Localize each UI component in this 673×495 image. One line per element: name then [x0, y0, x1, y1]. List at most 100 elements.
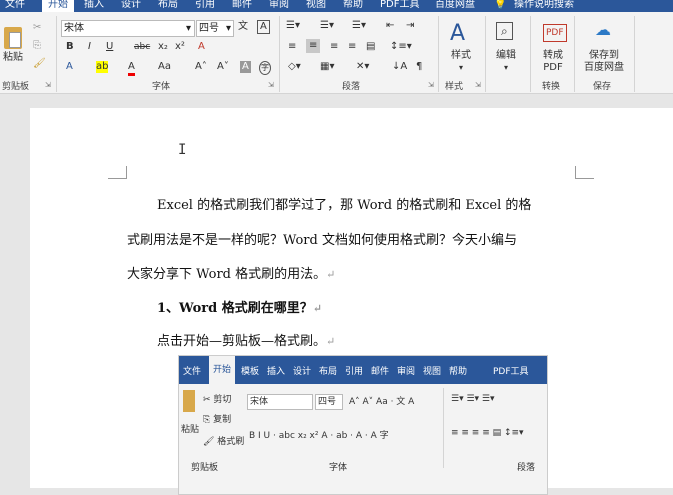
numbering-icon[interactable]: ☰▾ [320, 20, 334, 32]
ribbon-home: 粘贴 ✂ ⎘ 🖌 剪贴板 ⇲ 宋体 ▾ 四号 ▾ 文 A B I U abc x₂ … [0, 12, 673, 94]
divider [574, 16, 575, 92]
bullets-icon[interactable]: ☰▾ [286, 20, 300, 32]
line-text: Excel 的格式刷我们都学过了，那 Word 的格式刷和 Excel 的格 [157, 198, 532, 213]
group-label-paragraph: 段落 [342, 82, 361, 92]
embedded-tab: 引用 [345, 367, 364, 377]
text-cursor-icon: I [178, 142, 187, 158]
paragraph-line[interactable]: 式刷用法是不是一样的呢？Word 文档如何使用格式刷？今天小编与 [127, 229, 517, 248]
tab-view[interactable]: 视图 [306, 0, 326, 12]
align-center-icon[interactable]: ≡ [306, 39, 321, 53]
embedded-ribbon-screenshot[interactable]: 文件 开始 模板 插入 设计 布局 引用 邮件 审阅 视图 帮助 PDF工具 粘… [178, 355, 548, 495]
paragraph-line[interactable]: Excel 的格式刷我们都学过了，那 Word 的格式刷和 Excel 的格 [157, 194, 531, 213]
superscript-button[interactable]: x² [175, 41, 185, 53]
tab-references[interactable]: 引用 [195, 0, 215, 12]
group-label-font: 字体 [152, 82, 171, 92]
embedded-font-name-value: 宋体 [250, 397, 269, 407]
multilevel-list-icon[interactable]: ☰▾ [352, 20, 366, 32]
asian-layout-icon[interactable]: ✕▾ [356, 61, 369, 73]
font-launcher-icon[interactable]: ⇲ [268, 81, 274, 89]
shrink-font-icon[interactable]: A˅ [217, 61, 229, 73]
tell-me-search[interactable]: 操作说明搜索 [514, 0, 574, 12]
paragraph-line[interactable]: 大家分享下 Word 格式刷的用法。↵ [127, 263, 335, 282]
paragraph-line[interactable]: 点击开始—剪贴板—格式刷。↵ [157, 330, 335, 349]
convert-pdf-button[interactable]: 转成 PDF [538, 50, 568, 74]
tab-layout[interactable]: 布局 [158, 0, 178, 12]
embedded-tab: 插入 [267, 367, 286, 377]
embedded-group-clipboard: 剪贴板 [191, 463, 219, 473]
character-shading-icon[interactable]: A [240, 61, 251, 73]
embedded-divider [443, 388, 444, 468]
heading-line[interactable]: 1、Word 格式刷在哪里？↵ [157, 297, 322, 316]
clipboard-launcher-icon[interactable]: ⇲ [45, 81, 51, 89]
line-text: 1、Word 格式刷在哪里？ [157, 301, 313, 316]
embedded-format-icons: B I U · abc x₂ x² A · ab · A · A 字 [249, 431, 389, 441]
copy-icon[interactable]: ⎘ [33, 40, 41, 52]
borders-icon[interactable]: ▦▾ [320, 61, 334, 73]
document-page[interactable]: I Excel 的格式刷我们都学过了，那 Word 的格式刷和 Excel 的格… [30, 108, 673, 495]
chevron-down-icon: ▾ [459, 63, 464, 72]
paragraph-launcher-icon[interactable]: ⇲ [428, 81, 434, 89]
tab-review[interactable]: 审阅 [269, 0, 289, 12]
line-spacing-icon[interactable]: ↕≡▾ [390, 41, 412, 53]
subscript-button[interactable]: x₂ [158, 41, 168, 53]
editing-button[interactable]: 编辑 [496, 50, 516, 62]
distributed-icon[interactable]: ▤ [366, 41, 375, 53]
tab-design[interactable]: 设计 [121, 0, 141, 12]
tab-help[interactable]: 帮助 [343, 0, 363, 12]
bold-button[interactable]: B [66, 41, 74, 53]
embedded-tab: 设计 [293, 367, 312, 377]
shading-icon[interactable]: ◇▾ [288, 61, 301, 73]
font-name-select[interactable]: 宋体 ▾ [61, 20, 195, 37]
embedded-tab: 审阅 [397, 367, 416, 377]
save-label-line1: 保存到 [589, 50, 619, 61]
tab-baidu-netdisk[interactable]: 百度网盘 [435, 0, 475, 12]
embedded-copy: ⎘ 复制 [203, 415, 232, 425]
clear-formatting-icon[interactable]: A [198, 41, 205, 53]
decrease-indent-icon[interactable]: ⇤ [386, 20, 394, 32]
styles-launcher-icon[interactable]: ⇲ [475, 81, 481, 89]
embedded-cut-label: 剪切 [213, 395, 232, 405]
grow-font-icon[interactable]: A˄ [195, 61, 207, 73]
enclose-characters-icon[interactable]: 字 [259, 61, 271, 75]
styles-icon[interactable]: A [450, 22, 465, 46]
tab-mailings[interactable]: 邮件 [232, 0, 252, 12]
tab-home[interactable]: 开始 [42, 0, 74, 12]
paste-icon[interactable] [4, 27, 22, 49]
font-size-select[interactable]: 四号 ▾ [196, 20, 234, 37]
justify-icon[interactable]: ≡ [348, 41, 356, 53]
text-effects-icon[interactable]: A [66, 61, 73, 73]
change-case-icon[interactable]: Aa [158, 61, 171, 73]
phonetic-guide-icon[interactable]: 文 [238, 21, 248, 33]
embedded-tab: 布局 [319, 367, 338, 377]
paste-button[interactable]: 粘贴 [3, 52, 23, 64]
tab-file[interactable]: 文件 [5, 0, 25, 12]
embedded-cut: ✂ 剪切 [203, 395, 232, 405]
cloud-icon[interactable]: ☁ [595, 22, 611, 38]
embedded-align-icons: ≡ ≡ ≡ ≡ ▤ ↕≡▾ [451, 428, 524, 438]
sort-icon[interactable]: ↓A [392, 61, 407, 73]
increase-indent-icon[interactable]: ⇥ [406, 20, 414, 32]
font-color-icon[interactable]: A [128, 61, 135, 76]
group-label-convert: 转换 [542, 82, 561, 92]
character-border-icon[interactable]: A [257, 20, 270, 34]
strikethrough-button[interactable]: abc [134, 41, 150, 53]
chevron-down-icon: ▾ [504, 63, 509, 72]
search-icon[interactable]: ⌕ [496, 22, 513, 40]
format-painter-icon[interactable]: 🖌 [33, 58, 46, 70]
cut-icon[interactable]: ✂ [33, 22, 41, 34]
align-left-icon[interactable]: ≡ [288, 41, 296, 53]
embedded-list-icons: ☰▾ ☰▾ ☰▾ [451, 394, 495, 404]
embedded-font-name: 宋体 [247, 394, 313, 410]
tab-pdf-tools[interactable]: PDF工具 [380, 0, 419, 12]
save-to-netdisk-button[interactable]: 保存到 百度网盘 [580, 50, 628, 74]
styles-button[interactable]: 样式 [451, 50, 471, 62]
pdf-icon[interactable]: PDF [543, 24, 567, 42]
group-label-clipboard: 剪贴板 [2, 82, 30, 92]
italic-button[interactable]: I [88, 41, 91, 53]
align-right-icon[interactable]: ≡ [330, 41, 338, 53]
show-marks-icon[interactable]: ¶ [416, 61, 422, 73]
underline-button[interactable]: U [106, 41, 113, 53]
tab-insert[interactable]: 插入 [84, 0, 104, 12]
highlight-icon[interactable]: ab [96, 61, 109, 73]
convert-label-line1: 转成 [543, 50, 563, 61]
